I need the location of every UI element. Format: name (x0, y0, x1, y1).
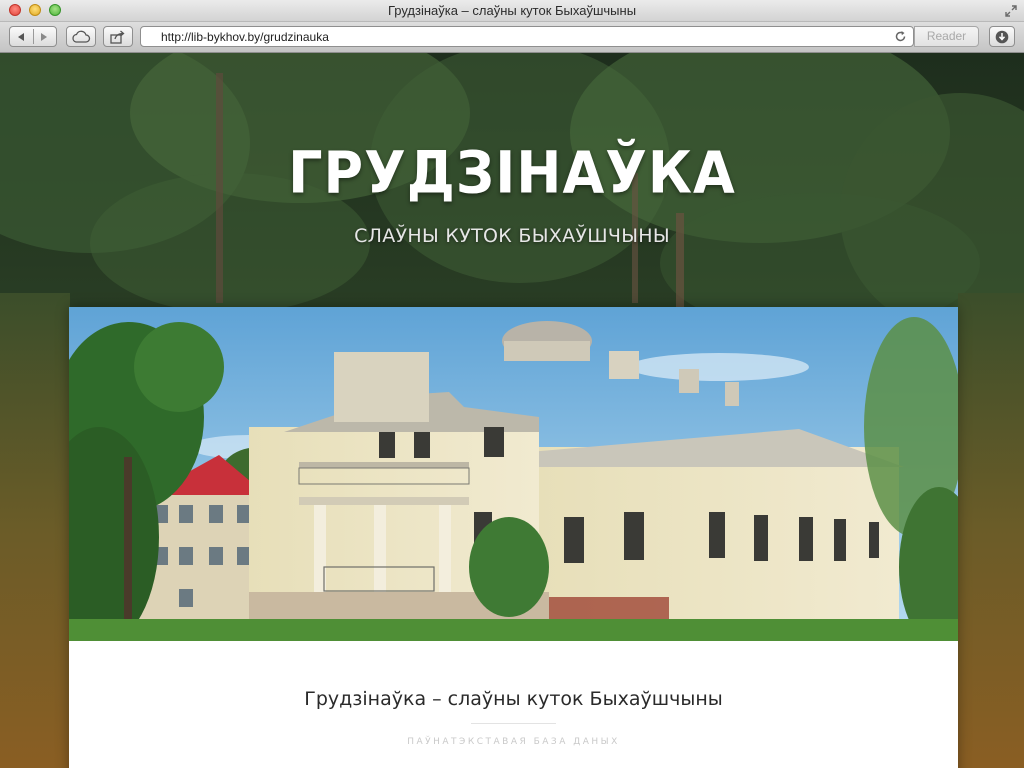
featured-image[interactable] (69, 307, 958, 641)
back-forward-divider (33, 29, 34, 44)
post-card: Грудзінаўка – слаўны куток Быхаўшчыны ПА… (69, 307, 958, 768)
site-title[interactable]: ГРУДЗІНАЎКА (0, 138, 1024, 206)
icloud-icon (72, 30, 91, 43)
post-title[interactable]: Грудзінаўка – слаўны куток Быхаўшчыны (69, 688, 958, 710)
title-divider (471, 723, 556, 724)
share-icon (110, 30, 125, 44)
reload-icon[interactable] (894, 30, 907, 43)
icloud-tabs-button[interactable] (66, 26, 96, 47)
title-bar: Грудзінаўка – слаўны куток Быхаўшчыны (0, 0, 1024, 22)
site-tagline: СЛАЎНЫ КУТОК БЫХАЎШЧЫНЫ (354, 225, 670, 247)
downloads-icon (995, 30, 1009, 43)
back-forward-control (9, 26, 57, 47)
back-icon[interactable] (18, 33, 24, 41)
url-field[interactable]: http://lib-bykhov.by/grudzinauka (161, 30, 329, 44)
share-button[interactable] (103, 26, 133, 47)
forward-icon[interactable] (41, 33, 47, 41)
browser-toolbar: http://lib-bykhov.by/grudzinauka Reader (0, 22, 1024, 53)
fullscreen-icon[interactable] (1004, 4, 1018, 18)
web-page: ГРУДЗІНАЎКА СЛАЎНЫ КУТОК БЫХАЎШЧЫНЫ Груд… (0, 53, 1024, 768)
post-category[interactable]: ПАЎНАТЭКСТАВАЯ БАЗА ДАНЫХ (69, 737, 958, 747)
reader-button[interactable]: Reader (914, 26, 979, 47)
address-bar[interactable]: http://lib-bykhov.by/grudzinauka (140, 26, 914, 47)
downloads-button[interactable] (989, 26, 1015, 47)
browser-window: Грудзінаўка – слаўны куток Быхаўшчыны ht… (0, 0, 1024, 768)
window-title: Грудзінаўка – слаўны куток Быхаўшчыны (387, 3, 637, 18)
